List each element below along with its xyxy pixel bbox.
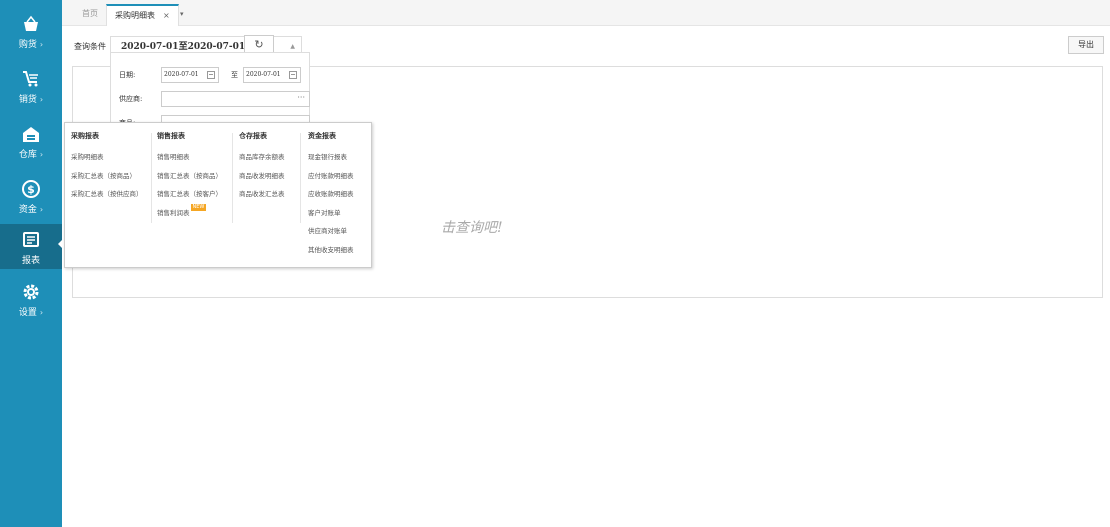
tab-dropdown-icon[interactable]: ▾ <box>180 10 184 18</box>
warehouse-icon <box>23 127 39 142</box>
sidebar-item-sales[interactable]: 销货 › <box>0 63 62 108</box>
tab-home[interactable]: 首页 <box>74 4 106 26</box>
tab-bar: 首页 采购明细表 × ▾ <box>62 0 1110 26</box>
date-from-input[interactable]: 2020-07-01 <box>161 67 219 83</box>
divider <box>151 133 152 223</box>
chevron-right-icon: › <box>39 150 44 159</box>
sidebar-item-label: 设置 <box>18 308 37 318</box>
report-column-purchase: 采购报表 采购明细表 采购汇总表（按商品） 采购汇总表（按供应商） <box>71 131 143 204</box>
supplier-row: 供应商: ··· <box>111 89 310 109</box>
divider <box>232 133 233 223</box>
basket-icon <box>24 15 38 31</box>
more-icon[interactable]: ··· <box>297 93 305 102</box>
new-badge: NEW <box>190 203 207 211</box>
sidebar: 购货 › 销货 › 仓库 › $ 资金 › 报表 设置 › <box>0 0 62 527</box>
calendar-icon[interactable] <box>207 71 215 79</box>
chevron-right-icon: › <box>39 95 44 104</box>
column-title: 销售报表 <box>157 131 185 140</box>
report-menu: 采购报表 采购明细表 采购汇总表（按商品） 采购汇总表（按供应商） 销售报表 销… <box>64 122 372 268</box>
sidebar-item-label: 销货 <box>18 95 37 105</box>
sidebar-item-label: 报表 <box>21 256 40 266</box>
menu-item[interactable]: 采购明细表 <box>71 148 143 167</box>
sidebar-item-label: 仓库 <box>18 150 37 160</box>
menu-item[interactable]: 现金银行报表 <box>308 148 354 167</box>
calendar-icon[interactable] <box>289 71 297 79</box>
menu-item[interactable]: 商品收发明细表 <box>239 167 285 186</box>
svg-text:$: $ <box>27 183 35 196</box>
menu-item[interactable]: 客户对账单 <box>308 204 354 223</box>
date-to-input[interactable]: 2020-07-01 <box>243 67 301 83</box>
menu-item[interactable]: 商品库存余额表 <box>239 148 285 167</box>
menu-item[interactable]: 采购汇总表（按供应商） <box>71 185 143 204</box>
report-column-funds: 资金报表 现金银行报表 应付账款明细表 应收账款明细表 客户对账单 供应商对账单… <box>308 131 354 259</box>
menu-item[interactable]: 销售汇总表（按商品） <box>157 167 222 186</box>
filter-panel: 日期: 2020-07-01 至 2020-07-01 供应商: ··· 商品: <box>110 52 310 131</box>
column-title: 采购报表 <box>71 131 99 140</box>
sidebar-item-settings[interactable]: 设置 › <box>0 276 62 321</box>
export-button[interactable]: 导出 <box>1068 36 1104 54</box>
menu-item[interactable]: 供应商对账单 <box>308 222 354 241</box>
sidebar-item-warehouse[interactable]: 仓库 › <box>0 118 62 163</box>
divider <box>300 133 301 223</box>
sidebar-item-reports[interactable]: 报表 <box>0 224 62 269</box>
tab-purchase-detail[interactable]: 采购明细表 × <box>106 4 179 26</box>
refresh-icon: ↻ <box>254 38 264 51</box>
report-column-inventory: 仓存报表 商品库存余额表 商品收发明细表 商品收发汇总表 <box>239 131 285 204</box>
date-from-value: 2020-07-01 <box>164 71 199 78</box>
date-to-value: 2020-07-01 <box>246 71 281 78</box>
column-title: 资金报表 <box>308 131 336 140</box>
to-label: 至 <box>231 71 238 79</box>
menu-item[interactable]: 采购汇总表（按商品） <box>71 167 143 186</box>
cart-icon <box>23 71 38 87</box>
report-column-sales: 销售报表 销售明细表 销售汇总表（按商品） 销售汇总表（按客户） 销售利润表NE… <box>157 131 222 222</box>
menu-item[interactable]: 应付账款明细表 <box>308 167 354 186</box>
date-label: 日期: <box>119 71 136 79</box>
chevron-right-icon: › <box>39 308 44 317</box>
date-range-value: 2020-07-01至2020-07-01 <box>121 42 246 52</box>
column-title: 仓存报表 <box>239 131 267 140</box>
date-row: 日期: 2020-07-01 至 2020-07-01 <box>111 65 309 85</box>
money-icon: $ <box>22 180 40 198</box>
chevron-right-icon: › <box>39 40 44 49</box>
menu-item-sales-profit[interactable]: 销售利润表NEW <box>157 203 222 223</box>
sidebar-item-label: 购货 <box>18 40 37 50</box>
query-label: 查询条件 <box>74 42 106 51</box>
sidebar-item-funds[interactable]: $ 资金 › <box>0 173 62 218</box>
sidebar-item-label: 资金 <box>18 205 37 215</box>
menu-item[interactable]: 商品收发汇总表 <box>239 185 285 204</box>
menu-item[interactable]: 销售明细表 <box>157 148 222 167</box>
menu-item[interactable]: 应收账款明细表 <box>308 185 354 204</box>
tab-label: 采购明细表 <box>115 11 155 20</box>
report-icon <box>23 232 39 247</box>
menu-item-label: 销售利润表 <box>157 208 190 217</box>
supplier-label: 供应商: <box>119 95 143 103</box>
gear-icon <box>23 284 39 300</box>
close-icon[interactable]: × <box>163 11 170 20</box>
menu-item[interactable]: 销售汇总表（按客户） <box>157 185 222 204</box>
chevron-right-icon: › <box>39 205 44 214</box>
sidebar-item-purchase[interactable]: 购货 › <box>0 8 62 53</box>
menu-item[interactable]: 其他收支明细表 <box>308 241 354 260</box>
empty-hint: 击查询吧! <box>441 220 503 236</box>
supplier-input[interactable]: ··· <box>161 91 310 107</box>
